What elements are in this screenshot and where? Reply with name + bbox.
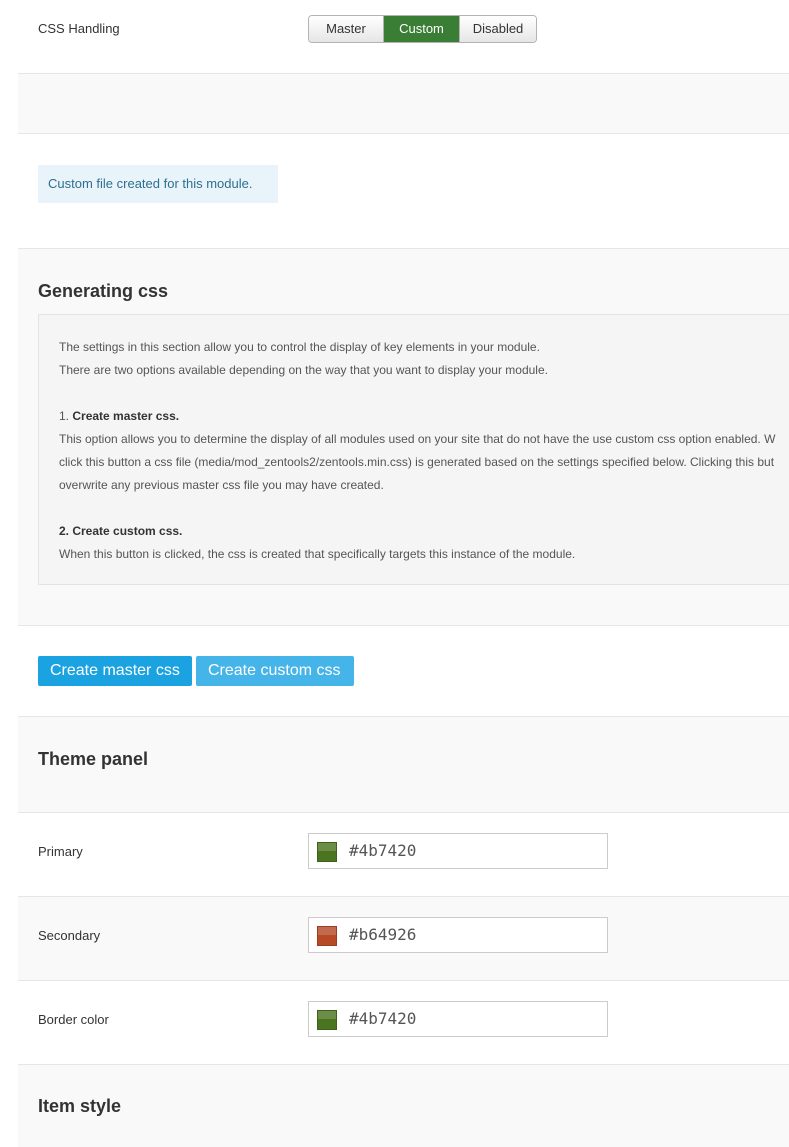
- css-handling-option-disabled[interactable]: Disabled: [460, 16, 536, 42]
- primary-color-row: Primary #4b7420: [18, 813, 789, 897]
- step1-line-3: overwrite any previous master css file y…: [59, 478, 384, 492]
- step1-line-1: This option allows you to determine the …: [59, 432, 776, 446]
- border-color-label: Border color: [38, 1012, 109, 1027]
- item-style-title: Item style: [38, 1096, 122, 1116]
- border-color-swatch[interactable]: [317, 1010, 337, 1030]
- primary-color-value: #4b7420: [349, 841, 417, 860]
- step2-line-1: When this button is clicked, the css is …: [59, 547, 576, 561]
- secondary-color-value: #b64926: [349, 925, 417, 944]
- border-color-row: Border color #4b7420: [18, 981, 789, 1065]
- secondary-color-label: Secondary: [38, 928, 101, 943]
- theme-panel-header: Theme panel: [18, 716, 789, 813]
- css-handling-row: CSS Handling Master Custom Disabled: [18, 0, 789, 74]
- intro-line-1: The settings in this section allow you t…: [59, 340, 540, 354]
- intro-line-2: There are two options available dependin…: [59, 363, 548, 377]
- step1-line-2: click this button a css file (media/mod_…: [59, 455, 775, 469]
- custom-file-alert: Custom file created for this module.: [38, 165, 278, 203]
- css-handling-option-custom[interactable]: Custom: [384, 16, 460, 42]
- css-handling-toggle: Master Custom Disabled: [308, 15, 537, 43]
- css-handling-label: CSS Handling: [38, 21, 120, 36]
- secondary-color-swatch[interactable]: [317, 926, 337, 946]
- create-custom-css-button[interactable]: Create custom css: [196, 656, 354, 686]
- step1-title: Create master css.: [72, 409, 180, 423]
- spacer-row: [18, 74, 789, 134]
- primary-color-swatch[interactable]: [317, 842, 337, 862]
- primary-color-label: Primary: [38, 844, 83, 859]
- step2-heading: 2. Create custom css.: [59, 524, 182, 538]
- secondary-color-input[interactable]: #b64926: [308, 917, 608, 953]
- primary-color-input[interactable]: #4b7420: [308, 833, 608, 869]
- item-style-header: Item style: [18, 1065, 789, 1147]
- border-color-value: #4b7420: [349, 1009, 417, 1028]
- css-handling-option-master[interactable]: Master: [309, 16, 384, 42]
- theme-panel-title: Theme panel: [38, 749, 149, 769]
- border-color-input[interactable]: #4b7420: [308, 1001, 608, 1037]
- secondary-color-row: Secondary #b64926: [18, 897, 789, 981]
- step1-heading: 1. Create master css.: [59, 409, 179, 423]
- module-settings-page: CSS Handling Master Custom Disabled Cust…: [18, 0, 789, 1147]
- step2-title: 2. Create custom css.: [59, 524, 183, 538]
- step1-number: 1.: [59, 409, 70, 423]
- generating-css-description: The settings in this section allow you t…: [38, 314, 789, 585]
- create-master-css-button[interactable]: Create master css: [38, 656, 192, 686]
- generating-css-title: Generating css: [38, 281, 169, 301]
